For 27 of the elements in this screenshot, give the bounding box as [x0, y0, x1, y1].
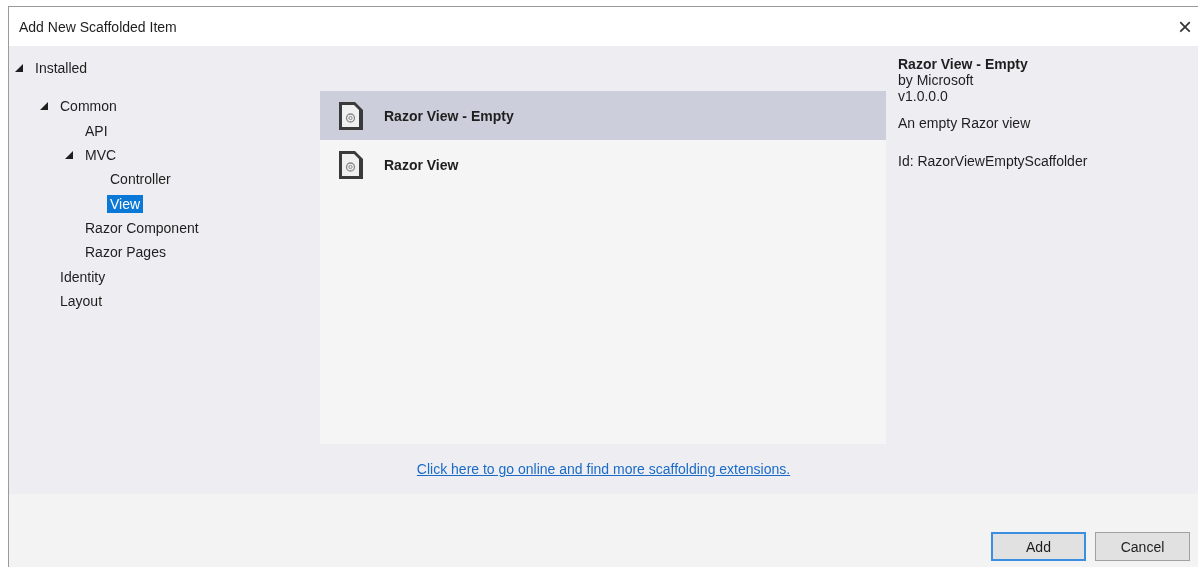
details-author: by Microsoft	[898, 72, 975, 88]
add-button[interactable]: Add	[991, 532, 1086, 561]
tree-item[interactable]: Controller	[107, 170, 174, 189]
template-item[interactable]: Razor View - Empty	[320, 91, 886, 140]
details-description: An empty Razor view	[898, 115, 1032, 131]
tree-item[interactable]: Common	[57, 97, 120, 116]
tree-item[interactable]: Installed	[32, 59, 91, 78]
expander-icon[interactable]	[65, 151, 73, 160]
cancel-button[interactable]: Cancel	[1095, 532, 1190, 561]
razor-file-icon	[338, 100, 364, 131]
online-extensions-link[interactable]: Click here to go online and find more scaffolding extensions.	[416, 461, 791, 477]
details-title: Razor View - Empty	[898, 56, 1029, 72]
tree-item[interactable]: API	[82, 121, 111, 140]
expander-icon[interactable]	[15, 64, 23, 73]
razor-file-icon	[338, 149, 364, 180]
tree-item[interactable]: MVC	[82, 146, 120, 165]
details-version: v1.0.0.0	[898, 88, 949, 104]
tree-item[interactable]: Razor Component	[82, 218, 202, 237]
close-button[interactable]: ×	[1178, 14, 1192, 39]
tree-item[interactable]: Razor Pages	[82, 243, 169, 262]
tree-item[interactable]: Layout	[57, 291, 106, 310]
tree-item[interactable]: Identity	[57, 267, 109, 286]
tree-item[interactable]: View	[107, 194, 144, 213]
window-title: Add New Scaffolded Item	[19, 18, 177, 35]
details-id: Id: RazorViewEmptyScaffolder	[898, 153, 1089, 169]
expander-icon[interactable]	[40, 102, 48, 111]
template-item[interactable]: Razor View	[320, 140, 886, 189]
